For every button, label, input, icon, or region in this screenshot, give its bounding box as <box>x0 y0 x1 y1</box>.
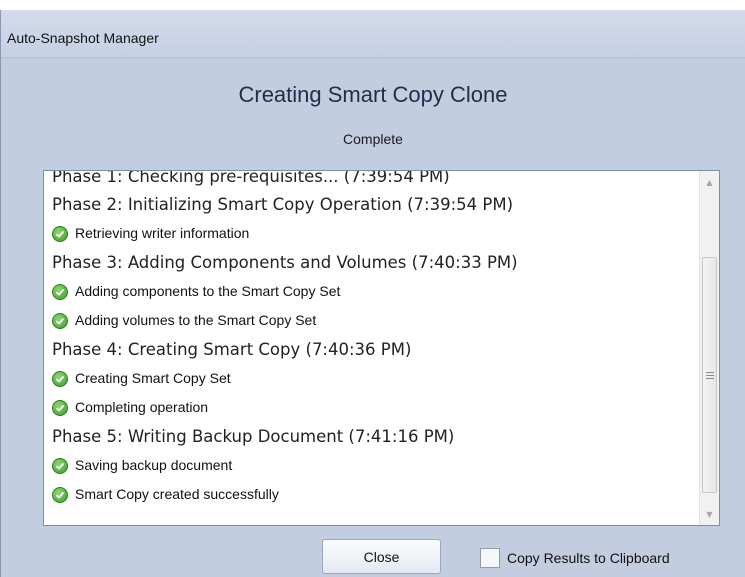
log-phase-3: Phase 3: Adding Components and Volumes (… <box>52 253 518 272</box>
check-circle-icon <box>52 370 68 387</box>
check-circle-icon <box>52 283 68 300</box>
log-phase-1: Phase 1: Checking pre-requisites... (7:3… <box>52 170 450 186</box>
window-title: Auto-Snapshot Manager <box>7 30 159 46</box>
title-bar[interactable]: Auto-Snapshot Manager <box>1 10 745 58</box>
dialog-window: Auto-Snapshot Manager Creating Smart Cop… <box>0 10 745 577</box>
close-button[interactable]: Close <box>322 539 441 574</box>
results-log[interactable]: Phase 1: Checking pre-requisites... (7:3… <box>43 170 720 526</box>
log-step: Smart Copy created successfully <box>52 480 699 509</box>
log-step-label: Adding volumes to the Smart Copy Set <box>75 312 317 328</box>
copy-results-checkbox-row[interactable]: Copy Results to Clipboard <box>480 547 670 569</box>
log-step-label: Saving backup document <box>75 457 233 473</box>
scroll-down-arrow-icon[interactable]: ▼ <box>700 505 719 523</box>
log-step: Saving backup document <box>52 451 699 480</box>
vertical-scrollbar[interactable]: ▲ ▼ <box>699 171 719 525</box>
log-step: Creating Smart Copy Set <box>52 364 699 393</box>
grip-icon <box>705 370 714 381</box>
log-step-label: Completing operation <box>75 399 209 415</box>
log-step: Completing operation <box>52 393 699 422</box>
check-circle-icon <box>52 312 68 329</box>
copy-results-checkbox[interactable] <box>480 548 500 568</box>
log-step-label: Creating Smart Copy Set <box>75 370 231 386</box>
check-circle-icon <box>52 225 68 242</box>
dialog-heading: Creating Smart Copy Clone <box>238 82 508 107</box>
log-step-label: Retrieving writer information <box>75 225 250 241</box>
log-phase-2: Phase 2: Initializing Smart Copy Operati… <box>52 195 514 214</box>
dialog-status: Complete <box>343 131 403 147</box>
log-step: Adding volumes to the Smart Copy Set <box>52 306 699 335</box>
check-circle-icon <box>52 486 68 503</box>
log-phase-4: Phase 4: Creating Smart Copy (7:40:36 PM… <box>52 340 412 359</box>
log-step: Retrieving writer information <box>52 219 699 248</box>
copy-results-label[interactable]: Copy Results to Clipboard <box>507 550 670 566</box>
scroll-thumb[interactable] <box>702 257 717 493</box>
log-step-label: Adding components to the Smart Copy Set <box>75 283 341 299</box>
log-content: Phase 1: Checking pre-requisites... (7:3… <box>44 171 699 525</box>
check-circle-icon <box>52 457 68 474</box>
scroll-up-arrow-icon[interactable]: ▲ <box>700 173 719 191</box>
log-step: Adding components to the Smart Copy Set <box>52 277 699 306</box>
log-step-label: Smart Copy created successfully <box>75 486 279 502</box>
check-circle-icon <box>52 399 68 416</box>
log-phase-5: Phase 5: Writing Backup Document (7:41:1… <box>52 427 455 446</box>
